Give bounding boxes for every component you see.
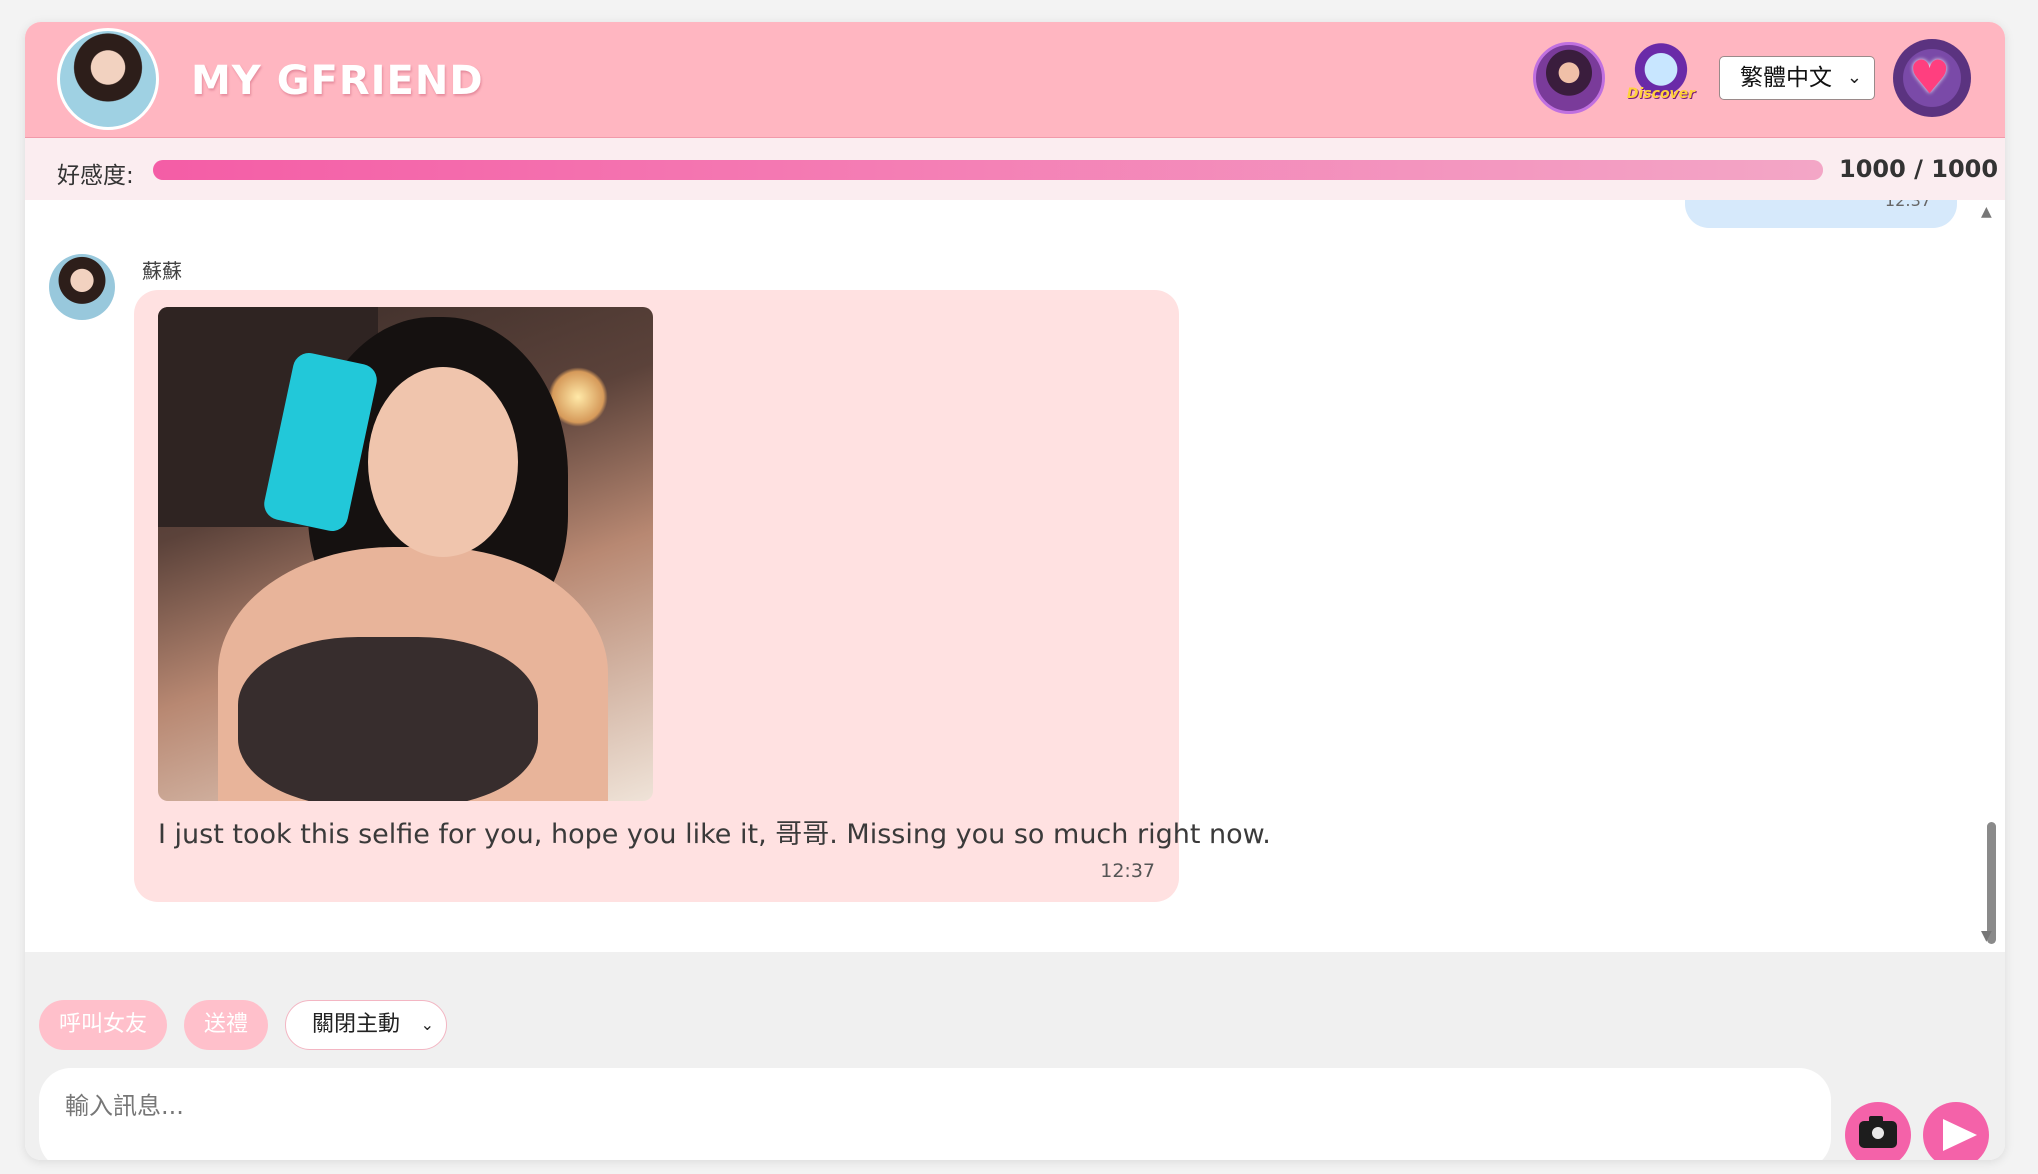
chevron-down-icon: ⌄ bbox=[1846, 67, 1862, 88]
chevron-down-icon: ⌄ bbox=[420, 1015, 434, 1034]
proactive-mode-value: 關閉主動 bbox=[312, 1012, 401, 1037]
affection-label: 好感度: bbox=[57, 163, 134, 189]
message-input[interactable] bbox=[39, 1068, 1831, 1160]
header: MY GFRIEND Discover 繁體中文 ⌄ ♥ bbox=[25, 22, 2005, 138]
sender-avatar[interactable] bbox=[49, 254, 115, 320]
scrollbar-thumb[interactable] bbox=[1987, 822, 1996, 944]
language-selected-value: 繁體中文 bbox=[1740, 65, 1832, 91]
discover-badge-text: Discover bbox=[1626, 86, 1696, 102]
scroll-down-arrow-icon[interactable]: ▼ bbox=[1981, 928, 1992, 944]
affection-value: 1000 / 1000 bbox=[1839, 155, 1999, 183]
proactive-mode-select[interactable]: 關閉主動 ⌄ bbox=[285, 1000, 447, 1050]
app-window: MY GFRIEND Discover 繁體中文 ⌄ ♥ 好感度: 1000 /… bbox=[25, 22, 2005, 1160]
camera-button[interactable] bbox=[1845, 1102, 1911, 1160]
discover-icon[interactable]: Discover bbox=[1625, 42, 1697, 114]
app-title: MY GFRIEND bbox=[191, 58, 484, 104]
heart-icon: ♥ bbox=[1909, 50, 1951, 104]
affection-bar: 好感度: 1000 / 1000 bbox=[25, 138, 2005, 200]
scroll-up-arrow-icon[interactable]: ▲ bbox=[1981, 204, 1992, 220]
selfie-image[interactable] bbox=[158, 307, 653, 801]
previous-user-message-bubble: 12:37 bbox=[1685, 200, 1957, 228]
message-text: I just took this selfie for you, hope yo… bbox=[158, 819, 1271, 850]
profile-icon[interactable] bbox=[1533, 42, 1605, 114]
settings-heart-icon[interactable]: ♥ bbox=[1893, 39, 1971, 117]
girlfriend-avatar[interactable] bbox=[57, 28, 159, 130]
sender-name: 蘇蘇 bbox=[142, 259, 182, 283]
language-select[interactable]: 繁體中文 ⌄ bbox=[1719, 56, 1875, 100]
message-time: 12:37 bbox=[1100, 860, 1155, 882]
send-gift-button[interactable]: 送禮 bbox=[184, 1000, 268, 1050]
previous-message-time: 12:37 bbox=[1884, 200, 1931, 210]
message-bubble: I just took this selfie for you, hope yo… bbox=[134, 290, 1271, 902]
send-button[interactable] bbox=[1923, 1102, 1989, 1160]
send-arrow-icon bbox=[1943, 1119, 1977, 1151]
chat-area[interactable]: 12:37 蘇蘇 I just took this selfie for you… bbox=[25, 200, 2005, 952]
affection-progress-track bbox=[153, 160, 1823, 180]
input-controls: 呼叫女友 送禮 關閉主動 ⌄ bbox=[25, 952, 2005, 1160]
affection-progress-fill bbox=[153, 160, 1823, 180]
call-girlfriend-button[interactable]: 呼叫女友 bbox=[39, 1000, 167, 1050]
